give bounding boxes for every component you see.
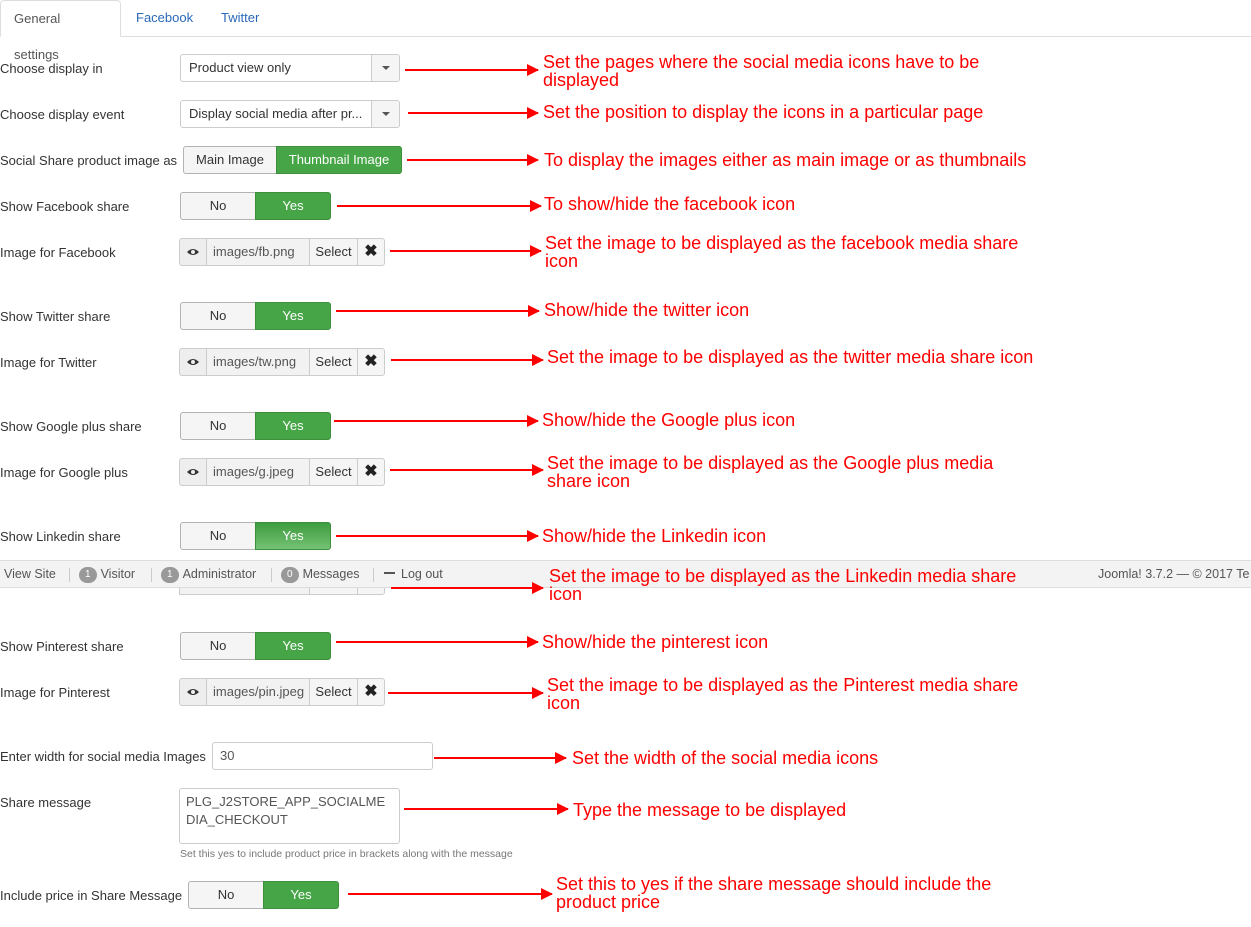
- annotation-display-in: Set the pages where the social media ico…: [543, 52, 980, 90]
- annotation-show-linkedin: Show/hide the Linkedin icon: [542, 526, 767, 546]
- annotation-show-facebook: To show/hide the facebook icon: [544, 194, 796, 214]
- annotation-image-twitter: Set the image to be displayed as the twi…: [547, 347, 1034, 367]
- annotation-share-message: Type the message to be displayed: [573, 800, 847, 820]
- annotation-share-image: To display the images either as main ima…: [544, 150, 1027, 170]
- annotation-image-linkedin: Set the image to be displayed as the Lin…: [549, 566, 1017, 604]
- annotation-image-width: Set the width of the social media icons: [572, 748, 879, 768]
- annotation-image-facebook: Set the image to be displayed as the fac…: [545, 233, 1019, 271]
- annotation-display-event: Set the position to display the icons in…: [543, 102, 984, 122]
- annotation-show-google: Show/hide the Google plus icon: [542, 410, 796, 430]
- annotation-image-pinterest: Set the image to be displayed as the Pin…: [547, 675, 1019, 713]
- annotation-show-twitter: Show/hide the twitter icon: [544, 300, 750, 320]
- annotation-show-pinterest: Show/hide the pinterest icon: [542, 632, 769, 652]
- annotation-include-price: Set this to yes if the share message sho…: [556, 874, 992, 912]
- annotation-image-google: Set the image to be displayed as the Goo…: [547, 453, 994, 491]
